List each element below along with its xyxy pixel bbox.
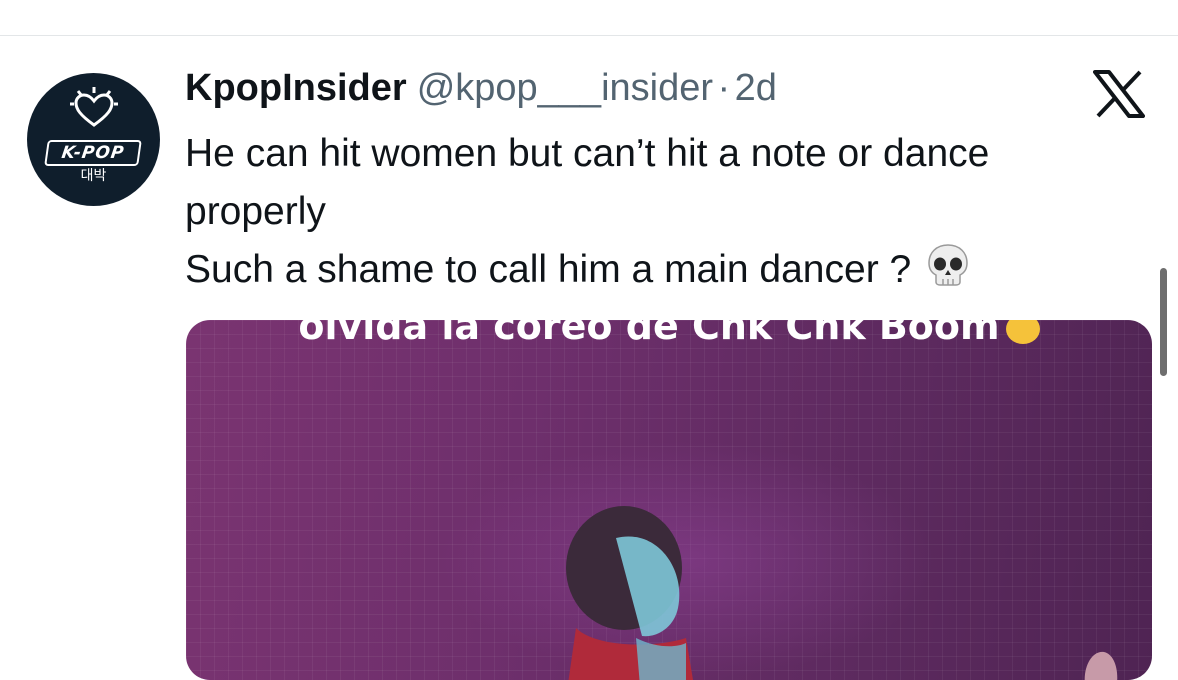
separator-dot: · [717,67,731,109]
tweet-header: KpopInsider @kpop___insider · 2d [185,67,777,117]
tweet-text-line-1: He can hit women but can’t hit a note or… [185,132,990,175]
laughing-face-icon [1005,320,1040,344]
timestamp[interactable]: 2d [735,67,777,109]
avatar-logo-text: K-POP [60,143,126,163]
avatar-logo-box: K-POP [44,140,142,166]
tweet-text-line-2: properly [185,190,326,233]
media-caption: olvida la coreo de Chk Chk Boom [186,320,1152,348]
tweet-text-line-3: Such a shame to call him a main dancer ? [185,241,1165,299]
media-caption-text: olvida la coreo de Chk Chk Boom [298,320,1000,348]
dancer-figure [566,506,693,680]
tweet-text-line-3-text: Such a shame to call him a main dancer ? [185,248,912,291]
top-divider [0,35,1178,36]
hand-figure [1084,651,1118,680]
tweet-media-video[interactable]: olvida la coreo de Chk Chk Boom [186,320,1152,680]
x-logo-icon[interactable] [1093,70,1145,118]
avatar-logo-subtext: 대박 [80,168,107,184]
skull-icon [928,244,968,286]
tweet-text: He can hit women but can’t hit a note or… [185,125,1165,299]
display-name[interactable]: KpopInsider [185,67,407,109]
user-handle[interactable]: @kpop___insider [417,67,713,109]
scrollbar-thumb[interactable] [1160,268,1167,376]
heart-icon [70,87,118,127]
avatar[interactable]: K-POP 대박 [27,73,160,206]
